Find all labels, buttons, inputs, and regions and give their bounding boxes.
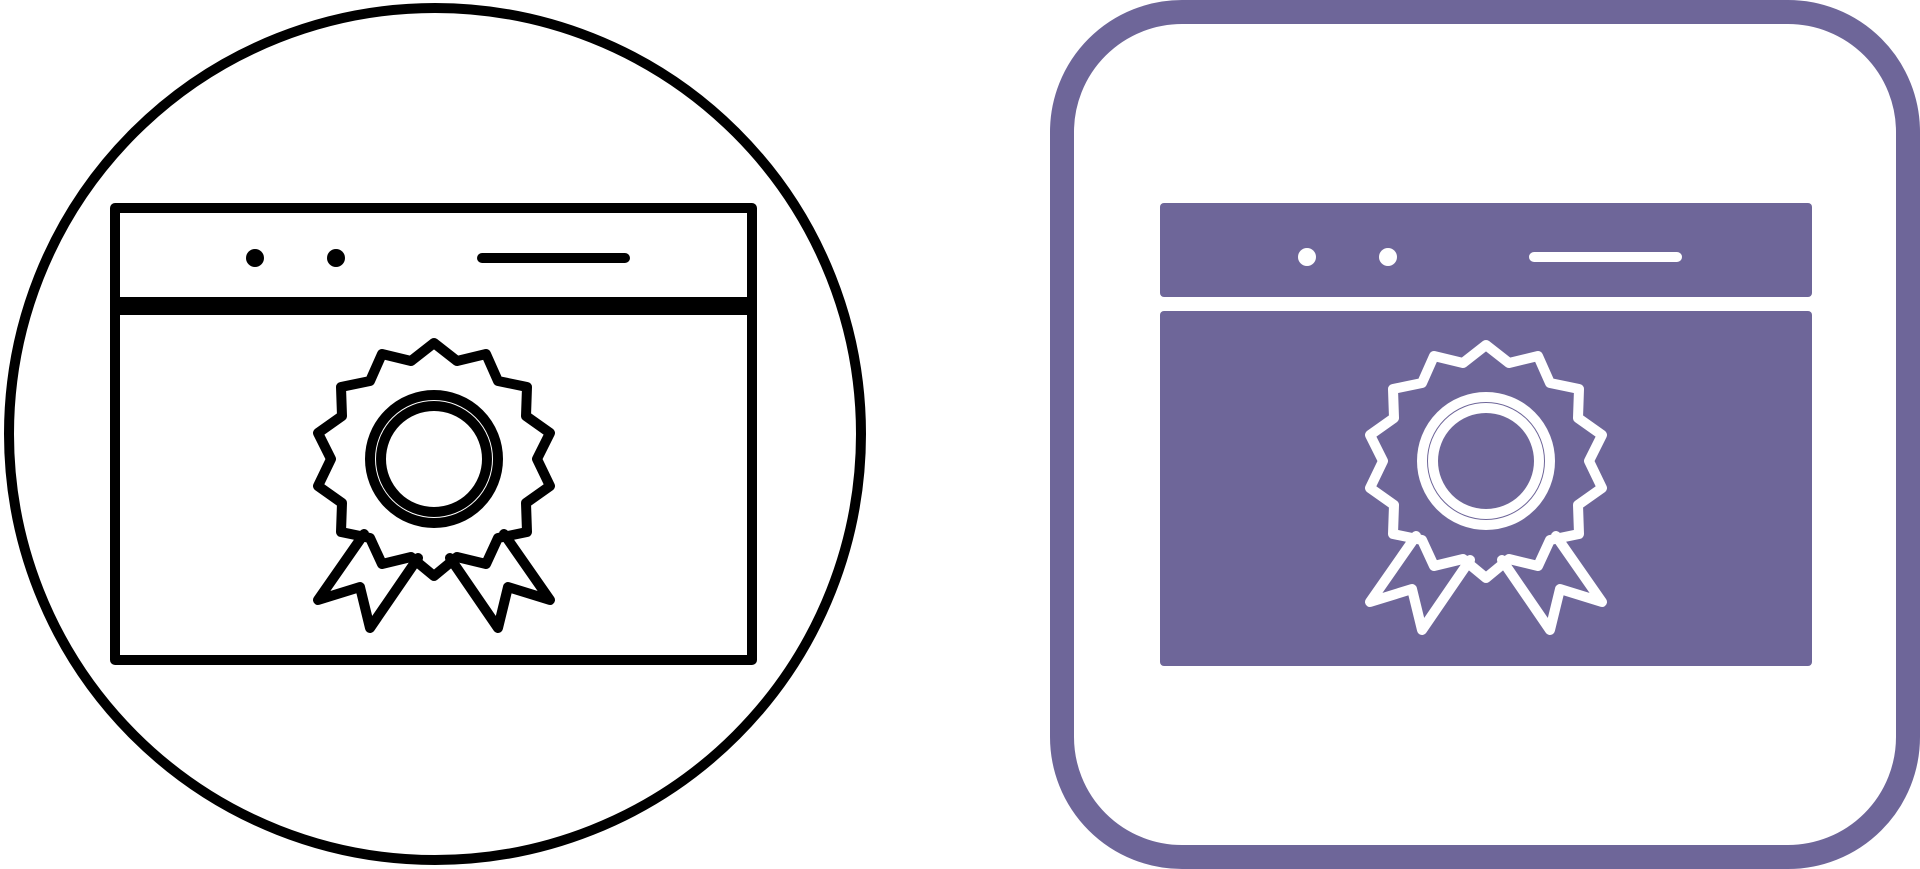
square-browser-badge-icon	[1050, 0, 1920, 869]
browser-toolbar-fill	[1160, 203, 1812, 297]
window-dot-2	[327, 249, 345, 267]
window-dot-1	[1298, 248, 1316, 266]
web-certificate-line-icon	[0, 0, 870, 869]
circle-browser-badge-icon	[4, 3, 866, 865]
web-certificate-filled-icon	[1050, 0, 1920, 869]
outer-circle	[4, 3, 866, 865]
icon-pair-canvas	[0, 0, 1920, 869]
window-dot-2	[1379, 248, 1397, 266]
browser-body-fill	[1160, 311, 1812, 666]
window-dot-1	[246, 249, 264, 267]
